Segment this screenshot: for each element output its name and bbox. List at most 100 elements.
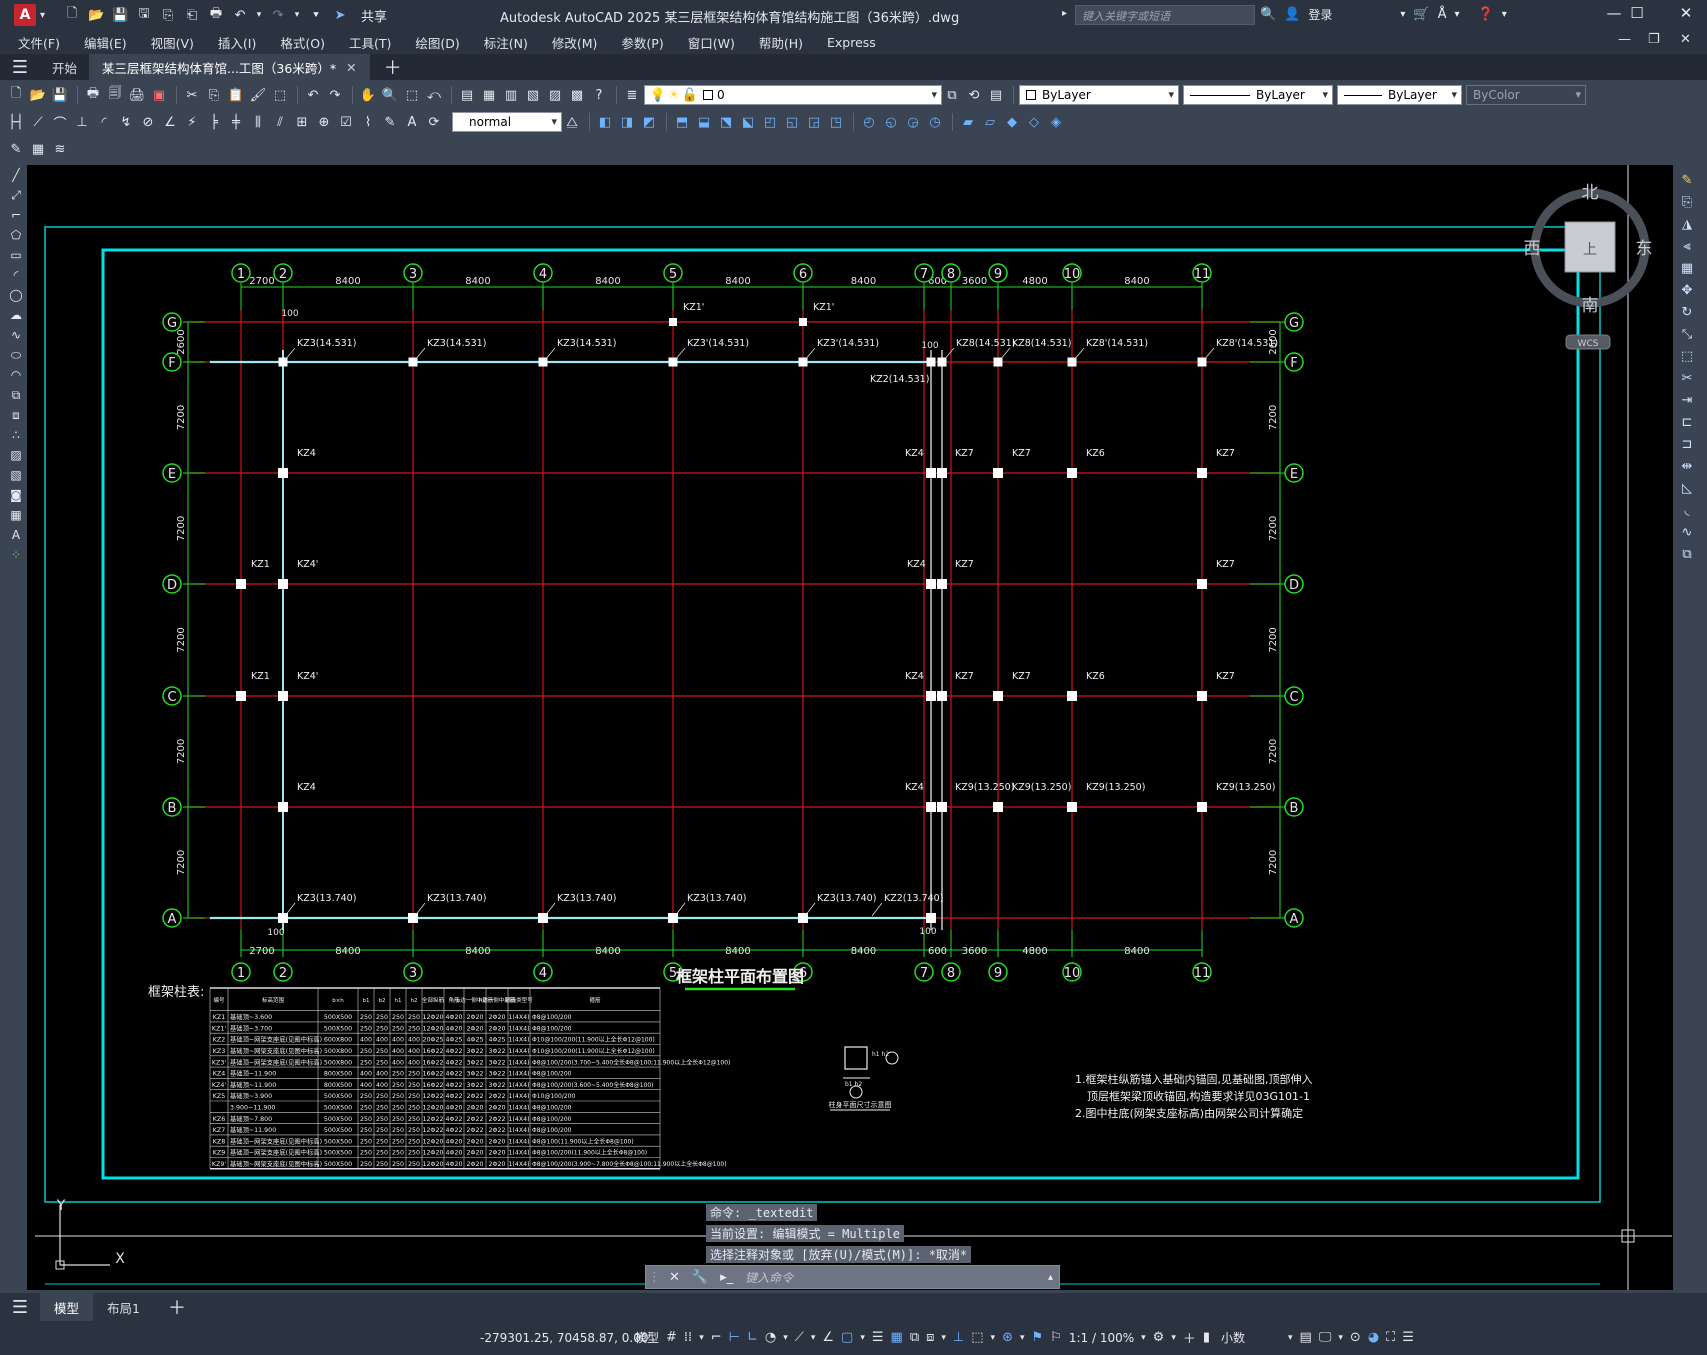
plot-icon[interactable]: 🖶: [207, 6, 225, 24]
mtext-icon[interactable]: A: [7, 525, 25, 545]
save-as-icon[interactable]: 🖫: [135, 6, 153, 24]
pan-icon[interactable]: ✋: [358, 85, 378, 105]
doc-restore-icon[interactable]: ❐: [1648, 32, 1660, 47]
design-center-icon[interactable]: ▦: [479, 85, 499, 105]
new-tab-icon[interactable]: ＋: [384, 54, 402, 80]
layer-dropdown[interactable]: 💡 ☀ 🔓 0: [644, 85, 942, 105]
redo-icon[interactable]: ↷: [269, 6, 287, 24]
linetype-dropdown[interactable]: ByLayer: [1183, 85, 1333, 105]
save-web-icon[interactable]: ⎗: [183, 6, 201, 24]
help-dropdown-icon[interactable]: ▾: [1502, 9, 1507, 20]
isolate-objects-icon[interactable]: ⊙: [1350, 1330, 1361, 1345]
infer-constraints-icon[interactable]: ⌐: [711, 1330, 722, 1345]
menu-item-11[interactable]: 帮助(H): [759, 33, 803, 52]
properties-icon[interactable]: ▤: [457, 85, 477, 105]
interfere-icon[interactable]: ◆: [1002, 112, 1022, 132]
point-icon[interactable]: ∴: [7, 425, 25, 445]
polar-dropdown-icon[interactable]: ▾: [783, 1333, 788, 1343]
rotate-icon[interactable]: ↻: [1677, 302, 1697, 324]
dim-edit-icon[interactable]: ✎: [380, 112, 400, 132]
redo-dropdown-icon[interactable]: ▾: [293, 6, 301, 24]
isodraft-icon[interactable]: ⟋: [795, 1330, 804, 1345]
layer-properties-icon[interactable]: ≣: [622, 85, 642, 105]
slice-icon[interactable]: ▰: [958, 112, 978, 132]
autodesk-a360-icon[interactable]: Å: [1438, 7, 1447, 22]
scale-dropdown-icon[interactable]: ▾: [1141, 1333, 1146, 1343]
insert-block-icon[interactable]: ⧉: [7, 385, 25, 405]
sheet-set-icon[interactable]: ▧: [523, 85, 543, 105]
union-icon[interactable]: ◱: [782, 112, 802, 132]
modeling-wedge-icon[interactable]: ◨: [617, 112, 637, 132]
fillet-icon[interactable]: ◟: [1677, 500, 1697, 522]
join-icon[interactable]: ⇹: [1677, 456, 1697, 478]
customize-status-icon[interactable]: ☰: [1402, 1330, 1414, 1345]
polar-icon[interactable]: ◔: [765, 1330, 776, 1345]
jogged-linear-icon[interactable]: ⌇: [358, 112, 378, 132]
tab-drawing[interactable]: 某三层框架结构体育馆...工图（36米跨）* ✕: [90, 54, 370, 80]
convert-solid-icon[interactable]: ◈: [1046, 112, 1066, 132]
login-button[interactable]: 登录: [1308, 6, 1332, 23]
share-icon[interactable]: ➤: [331, 6, 349, 24]
subtract-icon[interactable]: ◲: [804, 112, 824, 132]
polyline-icon[interactable]: ⌐: [7, 205, 25, 225]
tab-layout1[interactable]: 布局1: [93, 1293, 154, 1321]
clean-screen-icon[interactable]: ⛶: [1386, 1330, 1395, 1345]
rectangle-icon[interactable]: ▭: [7, 245, 25, 265]
calculator-icon[interactable]: ▩: [567, 85, 587, 105]
qnew-icon[interactable]: 🗋: [6, 85, 26, 105]
command-prompt-icon[interactable]: ▸_: [720, 1270, 733, 1285]
edit-block-icon[interactable]: ✎: [6, 139, 26, 159]
dim-update-icon[interactable]: ⟳: [424, 112, 444, 132]
match-properties-icon[interactable]: 🖌: [248, 85, 268, 105]
dim-angular-icon[interactable]: ∠: [160, 112, 180, 132]
command-close-icon[interactable]: ✕: [669, 1270, 680, 1285]
dim-radius-icon[interactable]: ◜: [94, 112, 114, 132]
object-snap-icon[interactable]: ▢: [841, 1330, 853, 1345]
ellipse-arc-icon[interactable]: ◠: [7, 365, 25, 385]
center-mark-icon[interactable]: ⊕: [314, 112, 334, 132]
3d-print-icon[interactable]: ▣: [149, 85, 169, 105]
gizmo-icon[interactable]: ⊛: [1002, 1330, 1013, 1345]
zoom-window-icon[interactable]: ⬚: [402, 85, 422, 105]
open-file-icon[interactable]: 📂: [87, 6, 105, 24]
scale-icon[interactable]: ⤡: [1677, 324, 1697, 346]
mirror-icon[interactable]: ◮: [1677, 214, 1697, 236]
markup-icon[interactable]: ▨: [545, 85, 565, 105]
annotation-monitor-icon[interactable]: ＋: [1183, 1328, 1196, 1347]
quick-dim-icon[interactable]: ⚡: [182, 112, 202, 132]
section-icon[interactable]: ▱: [980, 112, 1000, 132]
dim-continue-icon[interactable]: ╪: [226, 112, 246, 132]
extend-icon[interactable]: ⇥: [1677, 390, 1697, 412]
lineweight-display-icon[interactable]: ☰: [872, 1330, 884, 1345]
undo-icon[interactable]: ↶: [231, 6, 249, 24]
save-icon[interactable]: 💾: [111, 6, 129, 24]
command-recent-icon[interactable]: ▴: [1048, 1272, 1053, 1283]
ellipse-icon[interactable]: ⬭: [7, 345, 25, 365]
snap-icon[interactable]: ⁞⁞: [684, 1330, 692, 1345]
dim-aligned-icon[interactable]: ⟋: [28, 112, 48, 132]
lock-ui-dropdown-icon[interactable]: ▾: [1338, 1333, 1343, 1343]
menu-item-1[interactable]: 编辑(E): [84, 33, 127, 52]
gradient-icon[interactable]: ▧: [7, 465, 25, 485]
polygon-icon[interactable]: ⬠: [7, 225, 25, 245]
intersect-icon[interactable]: ◳: [826, 112, 846, 132]
make-block-icon[interactable]: ⧈: [7, 405, 25, 425]
extrude-icon[interactable]: ⬒: [672, 112, 692, 132]
chamfer-icon[interactable]: ◺: [1677, 478, 1697, 500]
doc-minimize-icon[interactable]: —: [1618, 32, 1631, 47]
menu-item-7[interactable]: 标注(N): [484, 33, 528, 52]
copy-object-icon[interactable]: ⎘: [1677, 192, 1697, 214]
loft-icon[interactable]: ◰: [760, 112, 780, 132]
selection-cycling-icon[interactable]: ⧉: [910, 1330, 919, 1345]
dim-arc-icon[interactable]: ⌒: [50, 112, 70, 132]
dim-ordinate-icon[interactable]: ⊥: [72, 112, 92, 132]
annotation-visibility-icon[interactable]: ⚑: [1032, 1330, 1044, 1345]
hardware-acceleration-icon[interactable]: ◕: [1368, 1330, 1379, 1345]
3d-align-icon[interactable]: ◶: [903, 112, 923, 132]
circle-icon[interactable]: ◯: [7, 285, 25, 305]
selection-filter-icon[interactable]: ⬚: [971, 1330, 983, 1345]
gizmo-dropdown-icon[interactable]: ▾: [1020, 1333, 1025, 1343]
drawing-canvas[interactable]: 2700 2700 8400 8400 8400 8400 8400 8400 8400 8400…: [27, 165, 1673, 1290]
menu-item-4[interactable]: 格式(O): [280, 33, 325, 52]
region-icon[interactable]: ◙: [7, 485, 25, 505]
